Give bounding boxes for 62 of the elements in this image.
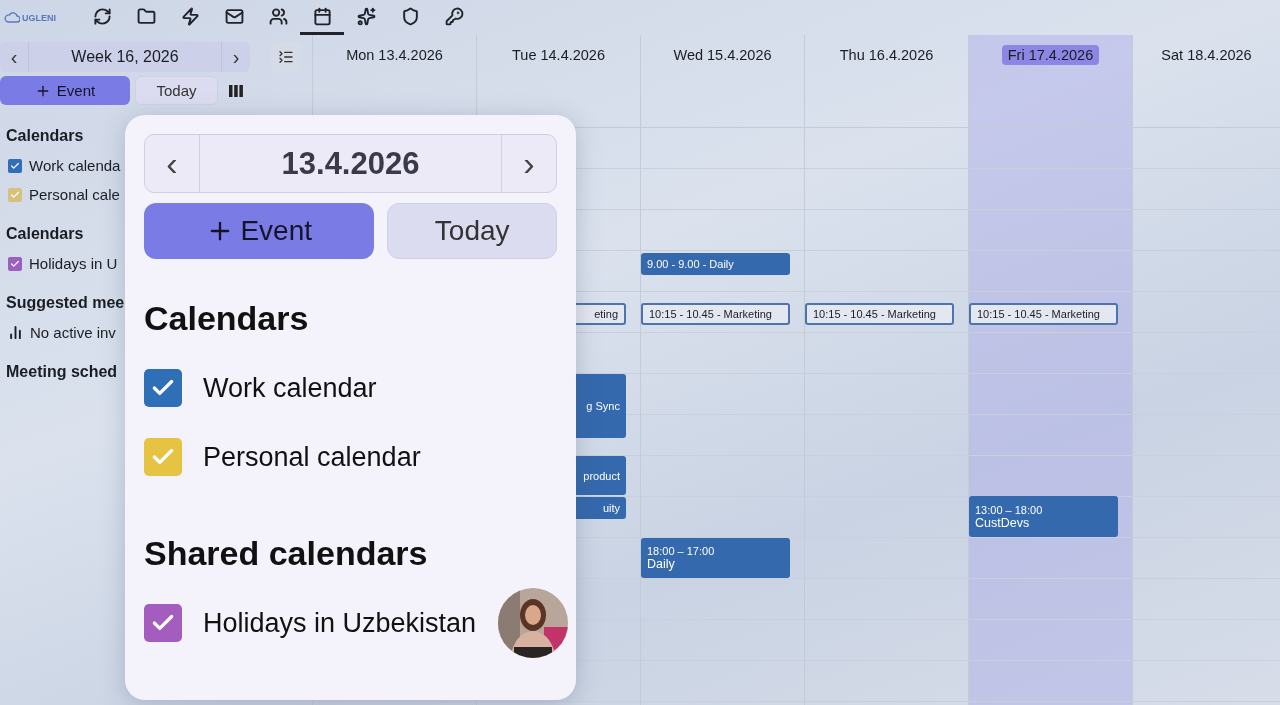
day-header[interactable]: Tue 14.4.2026: [506, 45, 611, 65]
note-text: No active inv: [30, 324, 116, 341]
day-header[interactable]: Wed 15.4.2026: [667, 45, 778, 65]
previous-button[interactable]: ‹: [145, 135, 199, 192]
checkbox[interactable]: [8, 256, 22, 271]
event-title: 10:15 - 10.45 - Marketing: [649, 308, 772, 320]
event[interactable]: 10:15 - 10.45 - Marketing: [641, 303, 790, 325]
section-heading: Shared calendars: [144, 534, 429, 573]
bar-chart-icon: [8, 325, 23, 340]
today-button[interactable]: Today: [387, 203, 557, 259]
event-title: 10:15 - 10.45 - Marketing: [977, 308, 1100, 320]
check-icon: [10, 258, 20, 269]
event[interactable]: 9.00 - 9.00 - Daily: [641, 253, 790, 275]
check-icon: [10, 189, 20, 200]
next-button[interactable]: ›: [502, 135, 556, 192]
previous-button[interactable]: ‹: [0, 42, 28, 72]
event[interactable]: 18:00 – 17:00 Daily: [641, 538, 790, 578]
new-event-button[interactable]: Event: [0, 76, 130, 105]
checkbox[interactable]: [144, 369, 182, 407]
checkbox[interactable]: [144, 438, 182, 476]
event-title: 10:15 - 10.45 - Marketing: [813, 308, 936, 320]
section-heading: Meeting sched: [6, 363, 118, 381]
event-time: 13:00 – 18:00: [975, 503, 1043, 516]
calendar-name: Work calenda: [29, 157, 121, 174]
calendar-name: Holidays in Uzbekistan: [203, 607, 477, 639]
event[interactable]: 10:15 - 10.45 - Marketing: [805, 303, 954, 325]
today-button[interactable]: Today: [135, 76, 218, 105]
new-event-button[interactable]: Event: [144, 203, 375, 259]
event-title: Daily: [647, 557, 675, 571]
next-button[interactable]: ›: [222, 42, 250, 72]
checkbox[interactable]: [8, 187, 22, 202]
section-heading: Calendars: [144, 299, 310, 338]
calendar-name: Personal cale: [29, 186, 120, 203]
check-icon: [10, 160, 20, 171]
day-header[interactable]: Mon 13.4.2026: [340, 45, 449, 65]
calendar-name: Holidays in U: [29, 255, 118, 272]
day-header[interactable]: Sat 18.4.2026: [1155, 45, 1258, 65]
event-title: eting: [594, 308, 618, 320]
event[interactable]: 10:15 - 10.45 - Marketing: [969, 303, 1118, 325]
day-header[interactable]: Fri 17.4.2026: [1001, 45, 1100, 65]
event-time: 18:00 – 17:00: [647, 545, 715, 557]
collapse-button[interactable]: [271, 42, 301, 72]
date-label: 13.4.2026: [199, 135, 502, 192]
collapse-icon: [278, 49, 294, 65]
section-heading: Calendars: [6, 127, 84, 145]
event-title: g Sync: [586, 400, 620, 412]
week-label: Week 16, 2026: [28, 42, 222, 72]
logo-text: UGLENI: [22, 12, 56, 23]
checkbox[interactable]: [144, 604, 182, 642]
checkbox[interactable]: [8, 158, 22, 173]
calendar-name: Work calendar: [203, 372, 377, 404]
event-title: 9.00 - 9.00 - Daily: [647, 258, 734, 270]
event-title: uity: [602, 502, 620, 514]
cloud-icon: [4, 12, 20, 23]
section-heading: Calendars: [6, 225, 84, 243]
event-title: product: [583, 469, 620, 482]
section-heading: Suggested mee: [6, 294, 125, 312]
calendar-name: Personal calendar: [203, 441, 421, 473]
event[interactable]: 13:00 – 18:00 CustDevs: [969, 496, 1118, 537]
day-header[interactable]: Thu 16.4.2026: [833, 45, 940, 65]
columns-icon[interactable]: [229, 84, 243, 97]
event-title: CustDevs: [975, 515, 1030, 530]
